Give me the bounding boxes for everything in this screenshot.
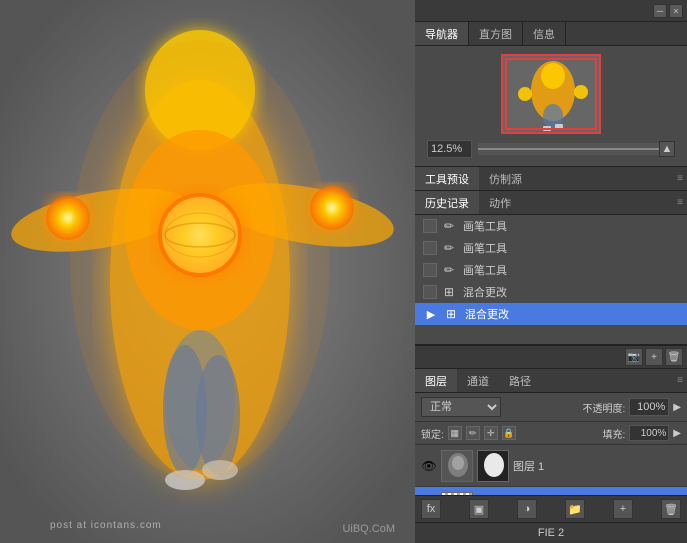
lock-move-btn[interactable]: ✛ [484, 426, 498, 440]
history-tab-bar: 历史记录 动作 ≡ [415, 191, 687, 215]
history-item-4[interactable]: ⊞ 混合更改 [415, 281, 687, 303]
panel-menu-arrow[interactable]: ≡ [677, 173, 683, 184]
history-label-4: 混合更改 [463, 284, 507, 300]
thumbnail-svg [503, 56, 601, 132]
history-item-1[interactable]: ✏ 画笔工具 [415, 215, 687, 237]
layer-item-1[interactable]: 👁 图层 1 [415, 445, 687, 487]
fill-label: 填充: [603, 426, 626, 441]
top-toolbar: ─ × [415, 0, 687, 22]
tab-actions[interactable]: 动作 [479, 191, 521, 214]
lock-row: 锁定: ▦ ✏ ✛ 🔒 填充: 100% ▶ [415, 422, 687, 445]
history-play-icon: ▶ [423, 306, 439, 322]
navigator-content: 12.5% ▲ [415, 46, 687, 167]
tool-presets-bar: 工具预设 仿制源 ≡ [415, 167, 687, 191]
layers-controls: 正常 不透明度: 100% ▶ [415, 393, 687, 422]
history-checkbox-3[interactable] [423, 263, 437, 277]
layers-panel-arrow[interactable]: ≡ [677, 375, 683, 386]
layer-list: 👁 图层 1 👁 [415, 445, 687, 495]
history-icon-4: ⊞ [441, 284, 457, 300]
layer-thumb-2 [441, 492, 473, 496]
layer-eye-1[interactable]: 👁 [421, 458, 437, 474]
watermark: post at icontans.com [50, 520, 162, 531]
history-checkbox-1[interactable] [423, 219, 437, 233]
history-label-2: 画笔工具 [463, 240, 507, 256]
close-btn[interactable]: × [669, 4, 683, 18]
history-item-5[interactable]: ▶ ⊞ 混合更改 [415, 303, 687, 325]
history-label-1: 画笔工具 [463, 218, 507, 234]
layer-delete-btn[interactable]: 🗑 [661, 499, 681, 519]
zoom-slider[interactable] [478, 143, 659, 155]
history-delete-btn[interactable]: 🗑 [665, 348, 683, 366]
history-checkbox-2[interactable] [423, 241, 437, 255]
zoom-in-btn[interactable]: ▲ [659, 141, 675, 157]
history-icon-1: ✏ [441, 218, 457, 234]
history-toolbar: 📷 + 🗑 [415, 345, 687, 369]
layer-fx-btn[interactable]: fx [421, 499, 441, 519]
layer-thumb-1 [441, 450, 473, 482]
history-checkbox-4[interactable] [423, 285, 437, 299]
zoom-row: 12.5% ▲ [423, 140, 679, 158]
tab-clone-source[interactable]: 仿制源 [479, 167, 532, 190]
tab-tool-presets[interactable]: 工具预设 [415, 167, 479, 190]
history-label-3: 画笔工具 [463, 262, 507, 278]
blend-mode-select[interactable]: 正常 [421, 397, 501, 417]
tab-info[interactable]: 信息 [523, 22, 566, 45]
history-label-5: 混合更改 [465, 306, 509, 322]
layer-new-btn[interactable]: + [613, 499, 633, 519]
history-icon-5: ⊞ [443, 306, 459, 322]
minimize-btn[interactable]: ─ [653, 4, 667, 18]
opacity-label: 不透明度: [583, 400, 626, 415]
zoom-input[interactable]: 12.5% [427, 140, 472, 158]
bottom-text: UiBQ.CoM [342, 523, 395, 535]
lock-all-btn[interactable]: 🔒 [502, 426, 516, 440]
fill-arrow[interactable]: ▶ [673, 428, 681, 439]
history-panel-arrow[interactable]: ≡ [677, 197, 683, 208]
opacity-input[interactable]: 100% [629, 398, 669, 416]
tab-history[interactable]: 历史记录 [415, 191, 479, 214]
layer-adjustment-btn[interactable]: ◑ [517, 499, 537, 519]
tab-paths[interactable]: 路径 [499, 369, 541, 392]
layer-item-2[interactable]: 👁 图层 2 [415, 487, 687, 495]
tab-layers[interactable]: 图层 [415, 369, 457, 392]
tab-channels[interactable]: 通道 [457, 369, 499, 392]
history-new-snapshot-btn[interactable]: 📷 [625, 348, 643, 366]
opacity-arrow[interactable]: ▶ [673, 402, 681, 413]
navigator-tab-bar: 导航器 直方图 信息 [415, 22, 687, 46]
navigator-thumbnail[interactable] [501, 54, 601, 134]
history-item-3[interactable]: ✏ 画笔工具 [415, 259, 687, 281]
history-item-2[interactable]: ✏ 画笔工具 [415, 237, 687, 259]
tab-histogram[interactable]: 直方图 [469, 22, 523, 45]
canvas-area: post at icontans.com UiBQ.CoM [0, 0, 415, 543]
canvas-svg [0, 0, 415, 543]
layer-name-1: 图层 1 [513, 458, 544, 474]
lock-label: 锁定: [421, 426, 444, 441]
fill-input[interactable]: 100% [629, 425, 669, 441]
layer-toolbar: fx ▣ ◑ 📁 + 🗑 [415, 495, 687, 522]
tab-navigator[interactable]: 导航器 [415, 22, 469, 45]
lock-brush-btn[interactable]: ✏ [466, 426, 480, 440]
history-icon-2: ✏ [441, 240, 457, 256]
fie2-label: FIE 2 [415, 522, 687, 543]
layers-tab-bar: 图层 通道 路径 ≡ [415, 369, 687, 393]
history-list: ✏ 画笔工具 ✏ 画笔工具 ✏ 画笔工具 ⊞ 混合更改 ▶ ⊞ 混合更改 [415, 215, 687, 345]
layer-mask-1 [477, 450, 509, 482]
lock-checkerboard-btn[interactable]: ▦ [448, 426, 462, 440]
history-icon-3: ✏ [441, 262, 457, 278]
layer-mask-btn[interactable]: ▣ [469, 499, 489, 519]
history-new-state-btn[interactable]: + [645, 348, 663, 366]
layer-group-btn[interactable]: 📁 [565, 499, 585, 519]
